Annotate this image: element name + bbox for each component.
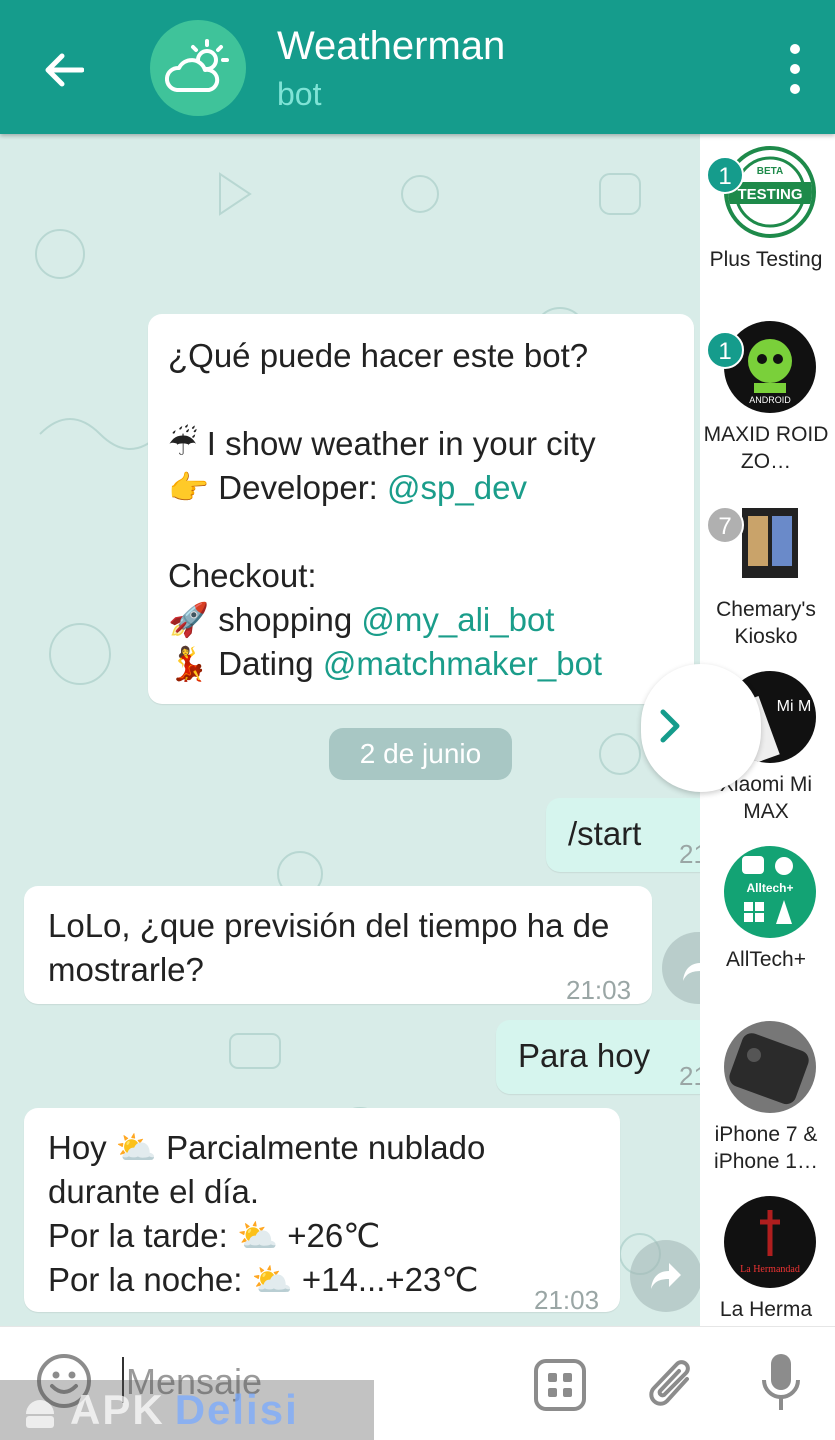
svg-text:ANDROID: ANDROID xyxy=(749,395,791,405)
dating-bot-link[interactable]: @matchmaker_bot xyxy=(323,645,602,682)
unread-badge: 1 xyxy=(706,156,744,194)
channel-name: Plus Testing xyxy=(709,248,823,271)
outgoing-message-start[interactable]: /start 21 xyxy=(546,798,700,872)
bot-avatar[interactable] xyxy=(150,20,246,116)
partly-cloudy-icon: ⛅ xyxy=(115,1129,157,1166)
android-logo-icon xyxy=(26,1400,54,1428)
share-arrow-icon xyxy=(651,1263,681,1289)
message-text: Para hoy xyxy=(518,1037,651,1074)
message-text: /start xyxy=(568,815,642,852)
svg-text:Mi M: Mi M xyxy=(777,698,812,715)
bot-keyboard-icon[interactable] xyxy=(532,1357,588,1413)
developer-link[interactable]: @sp_dev xyxy=(387,469,527,506)
channel-avatar xyxy=(724,496,816,588)
chat-area[interactable]: ¿Qué puede hacer este bot? ☔ I show weat… xyxy=(0,134,700,1326)
svg-text:TESTING: TESTING xyxy=(737,186,802,203)
message-time: 21:03 xyxy=(534,1285,600,1315)
weather-cloud-sun-icon xyxy=(164,39,229,92)
svg-text:Alltech+: Alltech+ xyxy=(746,881,793,895)
attach-paperclip-icon[interactable] xyxy=(644,1355,700,1415)
partly-cloudy-icon: ⛅ xyxy=(236,1217,279,1254)
channel-name: MAXID ROID ZO… xyxy=(703,423,829,473)
umbrella-icon: ☔ xyxy=(168,425,198,462)
watermark: APK Delisi xyxy=(0,1380,374,1440)
intro-line-weather: ☔ I show weather in your city xyxy=(168,425,596,462)
channel-name: Chemary's Kiosko xyxy=(716,598,816,648)
channel-avatar: TESTING BETA xyxy=(724,146,816,238)
channel-avatar xyxy=(724,1021,816,1113)
pointing-hand-icon: 👉 xyxy=(168,469,210,506)
back-arrow-icon[interactable] xyxy=(34,40,94,100)
watermark-delisi: Delisi xyxy=(174,1386,299,1433)
forward-button[interactable] xyxy=(630,1240,700,1312)
more-options-icon[interactable] xyxy=(785,44,805,94)
unread-badge: 7 xyxy=(706,506,744,544)
intro-line-developer: 👉 Developer: @sp_dev xyxy=(168,469,527,506)
chat-subtitle: bot xyxy=(277,76,322,112)
bot-intro-message[interactable]: ¿Qué puede hacer este bot? ☔ I show weat… xyxy=(148,314,694,704)
svg-text:BETA: BETA xyxy=(757,166,783,177)
partly-cloudy-icon: ⛅ xyxy=(251,1261,293,1298)
bot-forecast-message[interactable]: Hoy ⛅ Parcialmente nublado durante el dí… xyxy=(24,1108,620,1315)
unread-badge: 1 xyxy=(706,331,744,369)
intro-line-shopping: 🚀 shopping @my_ali_bot xyxy=(168,601,555,638)
channel-avatar: La Hermandad xyxy=(724,1196,816,1288)
channel-avatar: ANDROID xyxy=(724,321,816,413)
microphone-icon[interactable] xyxy=(756,1351,806,1415)
channel-name: iPhone 7 & iPhone 1… xyxy=(714,1123,818,1173)
dancer-icon: 💃 xyxy=(168,645,210,682)
svg-text:La Hermandad: La Hermandad xyxy=(740,1264,800,1275)
chat-header: Weatherman bot xyxy=(0,0,835,134)
rocket-icon: 🚀 xyxy=(168,601,210,638)
message-time: 21:03 xyxy=(566,975,632,1005)
channel-name: La Herma xyxy=(719,1298,813,1321)
bot-question-message[interactable]: LoLo, ¿que previsión del tiempo ha de mo… xyxy=(24,886,652,1005)
channel-avatar: Alltech+ xyxy=(724,846,816,938)
message-text: LoLo, ¿que previsión del tiempo ha de mo… xyxy=(48,907,610,988)
share-arrow-icon xyxy=(683,963,700,981)
message-time: 21 xyxy=(679,1061,700,1091)
channel-name: AllTech+ xyxy=(726,948,806,971)
date-divider: 2 de junio xyxy=(329,728,512,780)
intro-line-dating: 💃 Dating @matchmaker_bot xyxy=(168,645,603,682)
chat-title[interactable]: Weatherman xyxy=(277,24,505,69)
message-time: 21 xyxy=(679,839,700,869)
watermark-apk: APK xyxy=(70,1386,165,1433)
chevron-right-icon xyxy=(659,708,681,749)
intro-heading: ¿Qué puede hacer este bot? xyxy=(168,337,589,374)
side-panel-toggle[interactable] xyxy=(641,664,761,792)
outgoing-message-today[interactable]: Para hoy 21 xyxy=(496,1020,700,1094)
shopping-bot-link[interactable]: @my_ali_bot xyxy=(361,601,554,638)
intro-checkout: Checkout: xyxy=(168,557,317,594)
